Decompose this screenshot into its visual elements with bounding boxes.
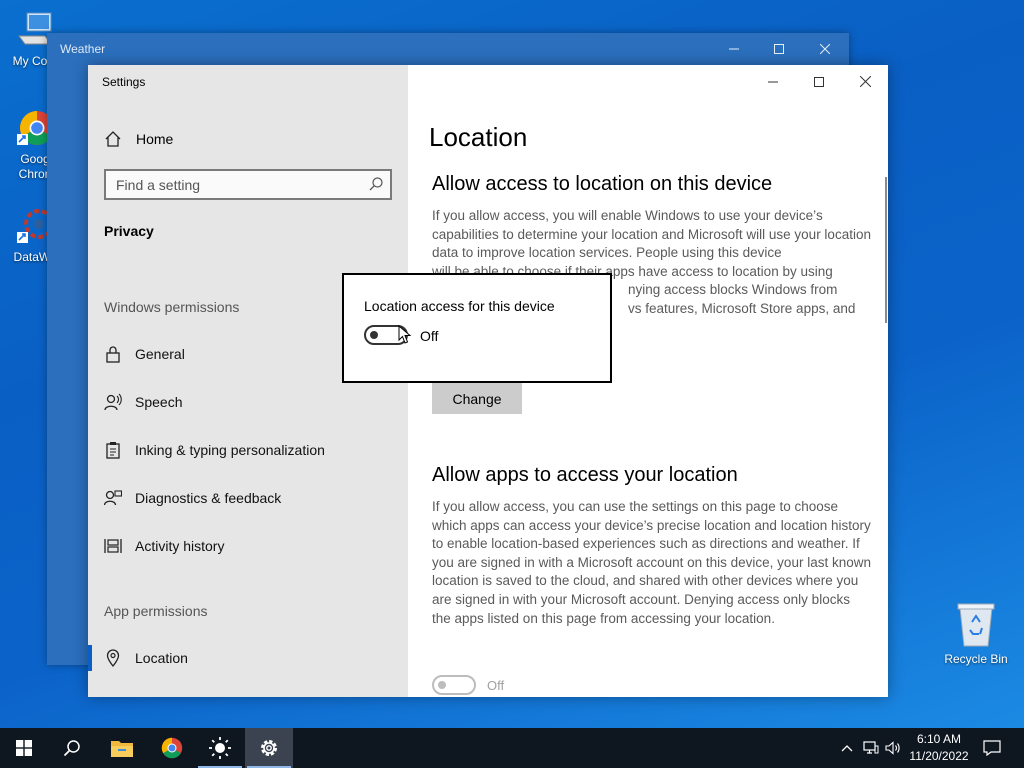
toggle-knob [438,681,446,689]
change-button[interactable]: Change [432,383,522,414]
clipboard-icon [104,441,122,459]
taskbar-weather[interactable] [196,728,244,768]
sidebar-item-activity-history[interactable]: Activity history [104,535,224,557]
minimize-icon [729,48,739,50]
sidebar-item-label: Home [136,131,174,147]
chevron-up-icon [841,745,853,752]
app-permissions-heading: App permissions [104,603,208,619]
windows-permissions-heading: Windows permissions [104,299,240,315]
location-access-popup: Location access for this device Off [342,273,612,383]
search-button[interactable] [48,728,96,768]
home-icon [105,131,121,147]
clock[interactable]: 6:10 AM 11/20/2022 [904,731,974,765]
notifications-button[interactable] [978,728,1006,768]
windows-logo-icon [16,740,32,756]
sidebar-item-location[interactable]: Location [104,647,188,669]
notification-icon [983,740,1001,756]
popup-toggle-state: Off [420,328,439,344]
sidebar-item-home[interactable]: Home [104,129,173,149]
sidebar-item-label: Location [135,650,188,666]
volume-button[interactable] [882,728,904,768]
recycle-bin-icon [957,603,995,647]
clock-date: 11/20/2022 [909,749,969,763]
sidebar-item-diagnostics[interactable]: Diagnostics & feedback [104,487,281,509]
sidebar-item-label: Inking & typing personalization [135,442,325,458]
device-description-text: If you allow access, you will enable Win… [432,208,871,261]
desktop-icon-label: Recycle Bin [944,652,1008,666]
search-input[interactable]: Find a setting [104,169,392,200]
timeline-icon [104,537,122,555]
taskbar: 6:10 AM 11/20/2022 [0,728,1024,768]
desktop-icon-recycle-bin[interactable]: Recycle Bin [940,600,1012,667]
chrome-icon [161,737,183,759]
speech-icon [104,393,122,411]
folder-icon [111,741,133,757]
scrollbar[interactable] [885,177,887,323]
maximize-button[interactable] [756,37,802,61]
device-access-heading: Allow access to location on this device [432,173,773,195]
device-description-line: nying access blocks Windows from [628,282,838,298]
network-button[interactable] [860,728,882,768]
lock-icon [104,345,122,363]
minimize-button[interactable] [711,37,757,61]
page-title: Location [429,122,528,152]
network-icon [863,741,879,754]
popup-label: Location access for this device [364,298,555,314]
sidebar-item-label: Diagnostics & feedback [135,490,282,506]
apps-toggle-state: Off [487,678,505,693]
search-icon [369,177,383,191]
apps-access-description: If you allow access, you can use the set… [432,499,871,626]
close-icon [819,43,831,55]
feedback-icon [104,489,122,507]
window-title: Settings [102,75,146,89]
sidebar-item-label: Speech [135,394,183,410]
clock-time: 6:10 AM [916,732,962,746]
sidebar-item-speech[interactable]: Speech [104,391,182,413]
sidebar-item-general[interactable]: General [104,343,185,365]
sidebar-item-label: General [135,346,185,362]
close-button[interactable] [802,37,848,61]
location-icon [104,649,122,667]
maximize-icon [774,44,784,54]
device-description-line: vs features, Microsoft Store apps, and [628,300,856,316]
speaker-icon [885,741,900,755]
sidebar-item-label: Activity history [135,538,225,554]
section-title: Privacy [104,223,154,239]
toggle-knob [370,331,378,339]
search-icon [63,740,80,757]
gear-icon [261,740,277,756]
search-placeholder: Find a setting [116,176,201,193]
sun-icon [209,737,231,759]
start-button[interactable] [0,728,48,768]
sidebar-item-inking-typing[interactable]: Inking & typing personalization [104,439,325,461]
taskbar-chrome[interactable] [148,728,196,768]
mouse-cursor-icon [398,325,412,344]
apps-access-heading: Allow apps to access your location [432,464,738,486]
taskbar-file-explorer[interactable] [98,728,146,768]
apps-location-toggle[interactable] [432,675,476,695]
window-title: Weather [60,42,106,56]
taskbar-settings[interactable] [245,728,293,768]
selected-indicator [88,645,92,671]
tray-overflow-button[interactable] [836,728,858,768]
